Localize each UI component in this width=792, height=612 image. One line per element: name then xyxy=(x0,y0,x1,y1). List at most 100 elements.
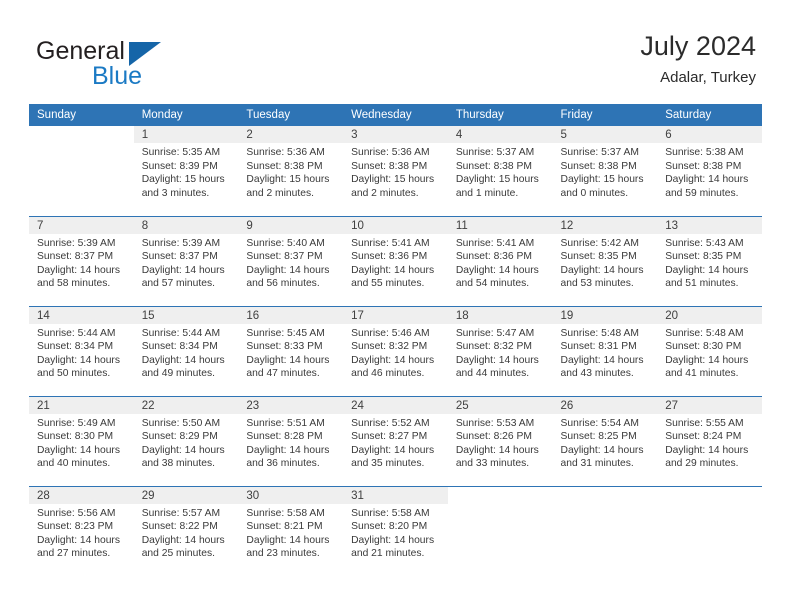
calendar-day-cell[interactable]: 19 Sunrise: 5:48 AM Sunset: 8:31 PM Dayligh… xyxy=(552,305,658,396)
day-detail-line: and 0 minutes. xyxy=(560,187,629,199)
calendar-day-cell[interactable]: 10 Sunrise: 5:41 AM Sunset: 8:36 PM Dayligh… xyxy=(343,215,448,306)
calendar-day-cell[interactable]: 8 Sunrise: 5:39 AM Sunset: 8:37 PM Daylight… xyxy=(133,215,239,306)
day-detail-line: Daylight: 14 hours xyxy=(560,444,644,456)
day-detail-line: Sunrise: 5:58 AM xyxy=(246,507,325,519)
day-detail-line: Sunrise: 5:37 AM xyxy=(560,147,639,158)
day-detail-line: Daylight: 15 hours xyxy=(351,174,435,186)
calendar-day-cell[interactable]: 22 Sunrise: 5:50 AM Sunset: 8:29 PM Dayligh… xyxy=(133,395,239,486)
calendar-day-cell[interactable]: 31 Sunrise: 5:58 AM Sunset: 8:20 PM Dayligh… xyxy=(343,485,448,576)
day-detail-line: and 41 minutes. xyxy=(665,368,739,380)
calendar-day-cell[interactable]: 3 Sunrise: 5:36 AM Sunset: 8:38 PM Daylight… xyxy=(343,126,448,216)
calendar-day-cell[interactable]: 6 Sunrise: 5:38 AM Sunset: 8:38 PM Daylight… xyxy=(657,126,762,216)
day-detail-line: and 47 minutes. xyxy=(246,368,320,380)
day-number: 5 xyxy=(552,126,658,143)
day-detail-line: Daylight: 14 hours xyxy=(455,444,539,456)
day-details: Sunrise: 5:35 AM Sunset: 8:39 PM Daylight:… xyxy=(134,143,239,200)
day-detail-line: Sunrise: 5:48 AM xyxy=(665,327,744,339)
day-details: Sunrise: 5:46 AM Sunset: 8:32 PM Daylight:… xyxy=(343,324,448,381)
calendar-day-cell[interactable]: 24 Sunrise: 5:52 AM Sunset: 8:27 PM Dayligh… xyxy=(343,395,448,486)
day-detail-line: and 21 minutes. xyxy=(351,548,425,560)
calendar-day-cell[interactable]: 27 Sunrise: 5:55 AM Sunset: 8:24 PM Dayligh… xyxy=(657,395,762,486)
day-details: Sunrise: 5:36 AM Sunset: 8:38 PM Daylight:… xyxy=(343,143,448,200)
calendar-day-cell[interactable]: 16 Sunrise: 5:45 AM Sunset: 8:33 PM Dayligh… xyxy=(238,305,344,396)
day-detail-line: and 59 minutes. xyxy=(665,187,739,199)
day-details xyxy=(657,504,762,507)
calendar-day-cell[interactable]: 20 Sunrise: 5:48 AM Sunset: 8:30 PM Dayligh… xyxy=(657,305,762,396)
calendar-week-row: 28 Sunrise: 5:56 AM Sunset: 8:23 PM Dayligh… xyxy=(29,485,762,577)
page-header: General Blue July 2024 Adalar, Turkey xyxy=(0,0,792,104)
day-detail-line: Daylight: 14 hours xyxy=(37,534,120,546)
calendar-day-cell[interactable]: 30 Sunrise: 5:58 AM Sunset: 8:21 PM Dayligh… xyxy=(238,485,344,576)
calendar-day-cell[interactable]: 23 Sunrise: 5:51 AM Sunset: 8:28 PM Dayligh… xyxy=(238,395,344,486)
calendar-day-cell[interactable]: 13 Sunrise: 5:43 AM Sunset: 8:35 PM Dayligh… xyxy=(657,215,762,306)
calendar-day-cell[interactable]: 9 Sunrise: 5:40 AM Sunset: 8:37 PM Daylight… xyxy=(238,215,344,306)
calendar-cell-empty xyxy=(29,126,134,216)
day-detail-line: and 58 minutes. xyxy=(37,278,111,290)
day-detail-line: Daylight: 14 hours xyxy=(455,264,539,276)
calendar-day-cell[interactable]: 29 Sunrise: 5:57 AM Sunset: 8:22 PM Dayligh… xyxy=(133,485,239,576)
day-details: Sunrise: 5:53 AM Sunset: 8:26 PM Daylight:… xyxy=(448,414,553,471)
day-detail-line: Sunrise: 5:51 AM xyxy=(246,417,325,429)
calendar-header-row: Sunday Monday Tuesday Wednesday Thursday Frid… xyxy=(29,104,762,126)
calendar-day-cell[interactable]: 18 Sunrise: 5:47 AM Sunset: 8:32 PM Dayligh… xyxy=(447,305,553,396)
day-detail-line: Sunset: 8:38 PM xyxy=(560,160,637,172)
day-number: 6 xyxy=(657,126,762,143)
day-details: Sunrise: 5:44 AM Sunset: 8:34 PM Daylight:… xyxy=(29,324,134,381)
calendar-week-row: 1 Sunrise: 5:35 AM Sunset: 8:39 PM Daylight… xyxy=(29,126,762,216)
day-detail-line: Sunrise: 5:39 AM xyxy=(141,237,221,249)
day-cell-inner: 23 Sunrise: 5:51 AM Sunset: 8:28 PM Dayligh… xyxy=(238,396,344,486)
day-detail-line: and 53 minutes. xyxy=(560,278,634,290)
calendar-day-cell[interactable]: 28 Sunrise: 5:56 AM Sunset: 8:23 PM Dayligh… xyxy=(29,485,134,576)
calendar-day-cell[interactable]: 11 Sunrise: 5:41 AM Sunset: 8:36 PM Dayligh… xyxy=(447,215,553,306)
day-detail-line: Daylight: 15 hours xyxy=(455,174,539,186)
day-detail-line: Daylight: 15 hours xyxy=(141,174,225,186)
day-number: 9 xyxy=(238,216,344,234)
day-detail-line: Sunrise: 5:41 AM xyxy=(455,237,535,249)
day-detail-line: Sunset: 8:30 PM xyxy=(665,341,742,353)
calendar-day-cell[interactable]: 26 Sunrise: 5:54 AM Sunset: 8:25 PM Dayligh… xyxy=(552,395,658,486)
day-details: Sunrise: 5:36 AM Sunset: 8:38 PM Daylight:… xyxy=(238,143,343,200)
calendar-day-cell[interactable]: 25 Sunrise: 5:53 AM Sunset: 8:26 PM Dayligh… xyxy=(447,395,553,486)
calendar-day-cell[interactable]: 7 Sunrise: 5:39 AM Sunset: 8:37 PM Daylight… xyxy=(29,215,134,306)
day-detail-line: Daylight: 14 hours xyxy=(665,264,749,276)
calendar-day-cell[interactable]: 15 Sunrise: 5:44 AM Sunset: 8:34 PM Dayligh… xyxy=(133,305,239,396)
day-detail-line: Sunrise: 5:42 AM xyxy=(560,237,639,249)
calendar-day-cell[interactable]: 2 Sunrise: 5:36 AM Sunset: 8:38 PM Daylight… xyxy=(238,126,344,216)
day-details: Sunrise: 5:48 AM Sunset: 8:31 PM Daylight:… xyxy=(553,324,658,381)
calendar-cell-empty xyxy=(552,485,658,576)
day-number: 8 xyxy=(133,216,239,234)
day-detail-line: Sunset: 8:34 PM xyxy=(37,341,114,353)
calendar-day-cell[interactable]: 12 Sunrise: 5:42 AM Sunset: 8:35 PM Dayligh… xyxy=(552,215,658,306)
day-details xyxy=(29,143,134,146)
logo-text-blue: Blue xyxy=(92,62,143,90)
day-number: 19 xyxy=(552,306,658,324)
day-detail-line: Sunset: 8:36 PM xyxy=(351,251,428,263)
calendar-day-cell[interactable]: 14 Sunrise: 5:44 AM Sunset: 8:34 PM Dayligh… xyxy=(29,305,134,396)
day-cell-inner xyxy=(29,126,134,216)
calendar-day-cell[interactable]: 5 Sunrise: 5:37 AM Sunset: 8:38 PM Daylight… xyxy=(552,126,658,216)
day-details: Sunrise: 5:49 AM Sunset: 8:30 PM Daylight:… xyxy=(29,414,134,471)
calendar-day-cell[interactable]: 4 Sunrise: 5:37 AM Sunset: 8:38 PM Daylight… xyxy=(447,126,553,216)
day-number: 1 xyxy=(133,126,239,143)
general-blue-logo[interactable]: General Blue xyxy=(36,36,236,92)
day-details: Sunrise: 5:57 AM Sunset: 8:22 PM Daylight:… xyxy=(134,504,239,561)
day-detail-line: Sunrise: 5:57 AM xyxy=(141,507,221,519)
calendar-day-cell[interactable]: 1 Sunrise: 5:35 AM Sunset: 8:39 PM Daylight… xyxy=(133,126,239,216)
day-cell-inner: 13 Sunrise: 5:43 AM Sunset: 8:35 PM Dayligh… xyxy=(657,216,762,306)
calendar-body: 1 Sunrise: 5:35 AM Sunset: 8:39 PM Daylight… xyxy=(29,126,762,576)
calendar-day-cell[interactable]: 21 Sunrise: 5:49 AM Sunset: 8:30 PM Dayligh… xyxy=(29,395,134,486)
day-detail-line: and 2 minutes. xyxy=(351,187,419,199)
day-details: Sunrise: 5:45 AM Sunset: 8:33 PM Daylight:… xyxy=(238,324,343,381)
day-detail-line: Sunrise: 5:54 AM xyxy=(560,417,639,429)
day-number: 2 xyxy=(238,126,344,143)
day-details: Sunrise: 5:54 AM Sunset: 8:25 PM Daylight:… xyxy=(553,414,658,471)
day-detail-line: Sunset: 8:33 PM xyxy=(246,341,323,353)
day-cell-inner xyxy=(448,487,553,577)
day-cell-inner: 24 Sunrise: 5:52 AM Sunset: 8:27 PM Dayligh… xyxy=(343,396,448,486)
day-details xyxy=(448,504,553,507)
weekday-header-friday: Friday xyxy=(552,104,658,126)
calendar-day-cell[interactable]: 17 Sunrise: 5:46 AM Sunset: 8:32 PM Dayligh… xyxy=(343,305,448,396)
day-details: Sunrise: 5:39 AM Sunset: 8:37 PM Daylight:… xyxy=(134,234,239,291)
day-detail-line: Sunrise: 5:44 AM xyxy=(37,327,116,339)
day-details: Sunrise: 5:41 AM Sunset: 8:36 PM Daylight:… xyxy=(448,234,553,291)
